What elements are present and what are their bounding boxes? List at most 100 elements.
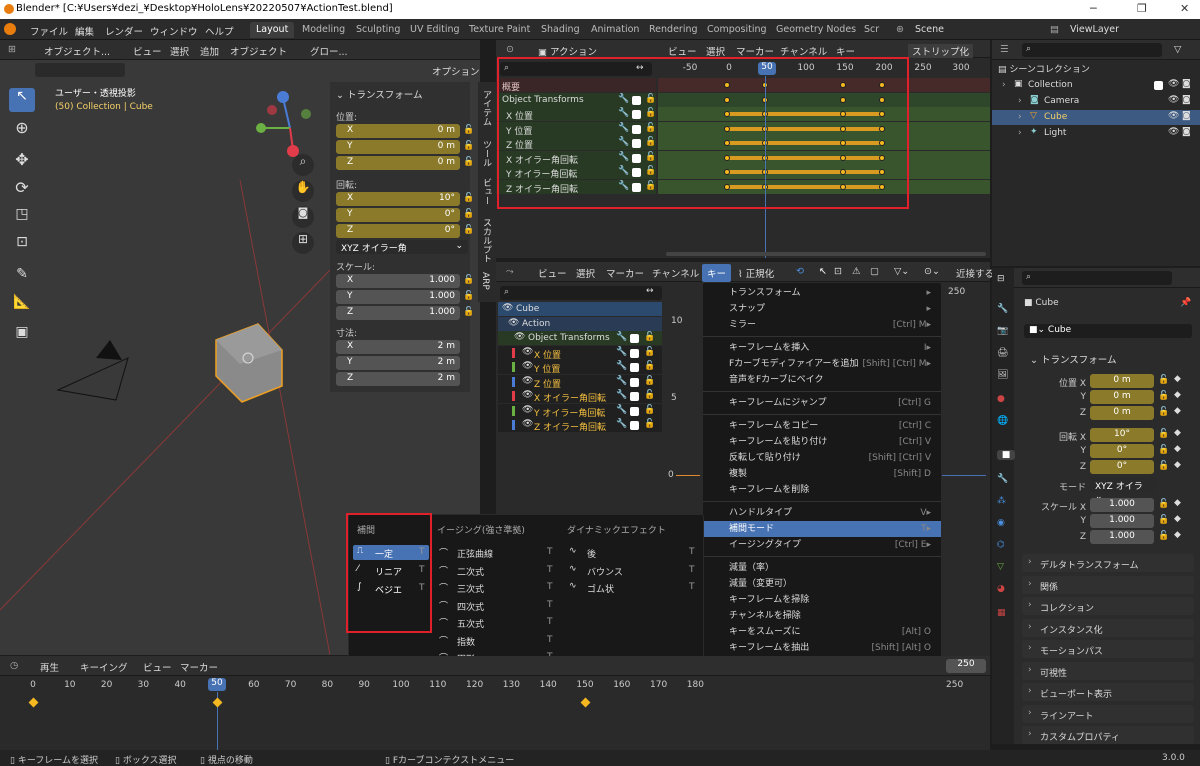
keyframe-diamond-icon[interactable]: ◆ <box>1174 498 1181 508</box>
lock-icon[interactable]: 🔓 <box>644 376 655 386</box>
zoom-icon[interactable]: ⌕ <box>292 154 314 176</box>
wrench-icon[interactable]: 🔧 <box>616 361 627 371</box>
view-icon[interactable]: ▢ <box>870 266 879 277</box>
key-menu-item[interactable]: キーフレームを掃除 <box>703 592 941 608</box>
ds-menu-select[interactable]: 選択 <box>706 44 725 58</box>
exclude-checkbox[interactable] <box>1154 81 1163 90</box>
props-section-2[interactable]: › コレクション <box>1022 597 1194 615</box>
location-field-x[interactable]: X 0 m <box>336 124 460 138</box>
outliner-row[interactable]: › ✦ Light 👁 ◙ <box>992 126 1200 141</box>
lock-icon[interactable]: 🔓 <box>463 193 474 203</box>
menu-view[interactable]: ビュー <box>133 44 162 58</box>
menu-object[interactable]: オブジェクト <box>230 44 287 58</box>
visibility-eye-icon[interactable]: 👁 <box>522 347 533 357</box>
world-props-icon[interactable]: 🌐 <box>997 416 1008 426</box>
tl-menu-view[interactable]: ビュー <box>143 660 172 674</box>
modifier-props-icon[interactable]: 🔧 <box>997 474 1008 484</box>
lock-icon[interactable]: 🔓 <box>1158 531 1169 541</box>
outliner-row[interactable]: › ◙ Camera 👁 ◙ <box>992 94 1200 109</box>
outliner-type-icon[interactable]: ☰ <box>1000 44 1009 55</box>
props-transform-title[interactable]: ⌄ トランスフォーム <box>1030 352 1117 366</box>
lock-icon[interactable]: 🔓 <box>1158 499 1169 509</box>
funnel-icon[interactable]: ▽⌄ <box>894 266 909 277</box>
ds-horizontal-scrollbar[interactable] <box>666 252 986 256</box>
texture-props-icon[interactable]: ▦ <box>997 608 1006 618</box>
tl-keyframe[interactable] <box>28 697 39 708</box>
key-menu-item[interactable]: 補間モード T▸ <box>703 521 941 537</box>
key-menu-item[interactable]: 減量（率） <box>703 560 941 576</box>
key-menu-item[interactable]: キーフレームを貼り付け [Ctrl] V <box>703 434 941 450</box>
tab-layout[interactable]: Layout <box>250 22 295 38</box>
props-section-5[interactable]: › 可視性 <box>1022 661 1194 680</box>
lock-icon[interactable]: 🔓 <box>644 332 655 342</box>
lock-icon[interactable]: 🔓 <box>1158 445 1169 455</box>
ge-menu-select[interactable]: 選択 <box>576 266 595 280</box>
key-menu-item[interactable]: スナップ ▸ <box>703 301 941 317</box>
lock-icon[interactable]: 🔓 <box>463 275 474 285</box>
ge-menu-view[interactable]: ビュー <box>538 266 567 280</box>
key-menu-item[interactable]: ミラー [Ctrl] M▸ <box>703 317 941 333</box>
wrench-icon[interactable]: 🔧 <box>616 347 627 357</box>
wrench-icon[interactable]: 🔧 <box>616 405 627 415</box>
props-section-0[interactable]: › デルタトランスフォーム <box>1022 554 1194 572</box>
key-menu-item[interactable]: キーフレームにジャンプ [Ctrl] G <box>703 395 941 411</box>
props-editor-type-icon[interactable]: ⊟ <box>997 274 1005 284</box>
normalize-toggle[interactable]: ⌇ 正規化 <box>738 266 774 280</box>
graph-swap-icon[interactable]: ↔ <box>646 286 654 296</box>
scale-field-y[interactable]: Y 1.000 <box>336 290 460 304</box>
lock-icon[interactable]: 🔓 <box>1158 375 1169 385</box>
visibility-eye-icon[interactable]: 👁 <box>522 390 533 400</box>
tab-texture-paint[interactable]: Texture Paint <box>463 22 536 38</box>
menu-help[interactable]: ヘルプ <box>205 24 234 38</box>
key-menu-item[interactable]: 複製 [Shift] D <box>703 466 941 482</box>
menu-file[interactable]: ファイル <box>30 24 68 38</box>
lock-icon[interactable]: 🔓 <box>1158 391 1169 401</box>
tab-view[interactable]: ビュー <box>480 178 493 205</box>
only-selected-icon[interactable]: ↖ <box>819 266 827 277</box>
mute-checkbox[interactable] <box>630 377 639 387</box>
move-tool-icon[interactable]: ✥ <box>9 150 35 169</box>
visibility-eye-icon[interactable]: 👁 <box>1168 127 1179 137</box>
easing-item-5[interactable]: ⌒ 指数 T <box>435 633 557 648</box>
key-menu-item[interactable]: キーフレームを挿入 I▸ <box>703 340 941 356</box>
scene-name[interactable]: Scene <box>915 24 944 35</box>
dynamic-item-2[interactable]: ∿ ゴム状 T <box>565 580 699 595</box>
key-menu-item[interactable]: キーフレームを抽出 [Shift] [Alt] O <box>703 640 941 656</box>
easing-item-0[interactable]: ⌒ 正弦曲線 T <box>435 545 557 560</box>
tab-sculpting[interactable]: Sculpting <box>350 22 406 38</box>
select-mode-buttons[interactable] <box>35 63 125 77</box>
key-menu-item[interactable]: 反転して貼り付け [Shift] [Ctrl] V <box>703 450 941 466</box>
props-field-loc-2[interactable]: 0 m <box>1090 406 1154 420</box>
render-props-icon[interactable]: 📷 <box>997 326 1008 336</box>
props-field-loc-0[interactable]: 0 m <box>1090 374 1154 388</box>
tab-animation[interactable]: Animation <box>585 22 645 38</box>
keyframe-diamond-icon[interactable]: ◆ <box>1174 444 1181 454</box>
lock-icon[interactable]: 🔓 <box>644 361 655 371</box>
outliner-row[interactable]: › ▣ Collection 👁 ◙ <box>992 78 1200 93</box>
visibility-eye-icon[interactable]: 👁 <box>514 332 525 342</box>
filter-icon[interactable]: ⊡ <box>834 266 842 277</box>
ds-menu-key[interactable]: キー <box>836 44 855 58</box>
lock-icon[interactable]: 🔓 <box>1158 461 1169 471</box>
mute-checkbox[interactable] <box>630 421 639 430</box>
wrench-icon[interactable]: 🔧 <box>616 390 627 400</box>
props-field-rot-2[interactable]: 0° <box>1090 460 1154 474</box>
output-props-icon[interactable]: 🖨 <box>997 348 1008 358</box>
options-dropdown[interactable]: オプション <box>432 64 480 78</box>
key-menu-item[interactable]: キーフレームをコピー [Ctrl] C <box>703 418 941 434</box>
props-rotation-mode[interactable]: XYZ オイラ ⌄ <box>1090 478 1156 502</box>
key-menu-item[interactable]: 減量（変更可） <box>703 576 941 592</box>
particles-props-icon[interactable]: ⁂ <box>997 496 1006 506</box>
visibility-eye-icon[interactable]: 👁 <box>522 419 533 429</box>
tab-compositing[interactable]: Compositing <box>701 22 773 38</box>
key-menu-item[interactable]: イージングタイプ [Ctrl] E▸ <box>703 537 941 553</box>
scale-field-x[interactable]: X 1.000 <box>336 274 460 288</box>
transform-orientation[interactable]: グロー... <box>310 44 348 58</box>
dopesheet-mode-dropdown[interactable]: ▣ アクション <box>538 44 597 58</box>
menu-edit[interactable]: 編集 <box>75 24 94 38</box>
auto-normalize-icon[interactable]: ⟲ <box>796 266 804 277</box>
fcurve-line-right[interactable] <box>941 475 986 476</box>
tab-uv-editing[interactable]: UV Editing <box>404 22 466 38</box>
easing-item-1[interactable]: ⌒ 二次式 T <box>435 563 557 578</box>
object-props-icon[interactable]: ■ <box>997 450 1015 460</box>
